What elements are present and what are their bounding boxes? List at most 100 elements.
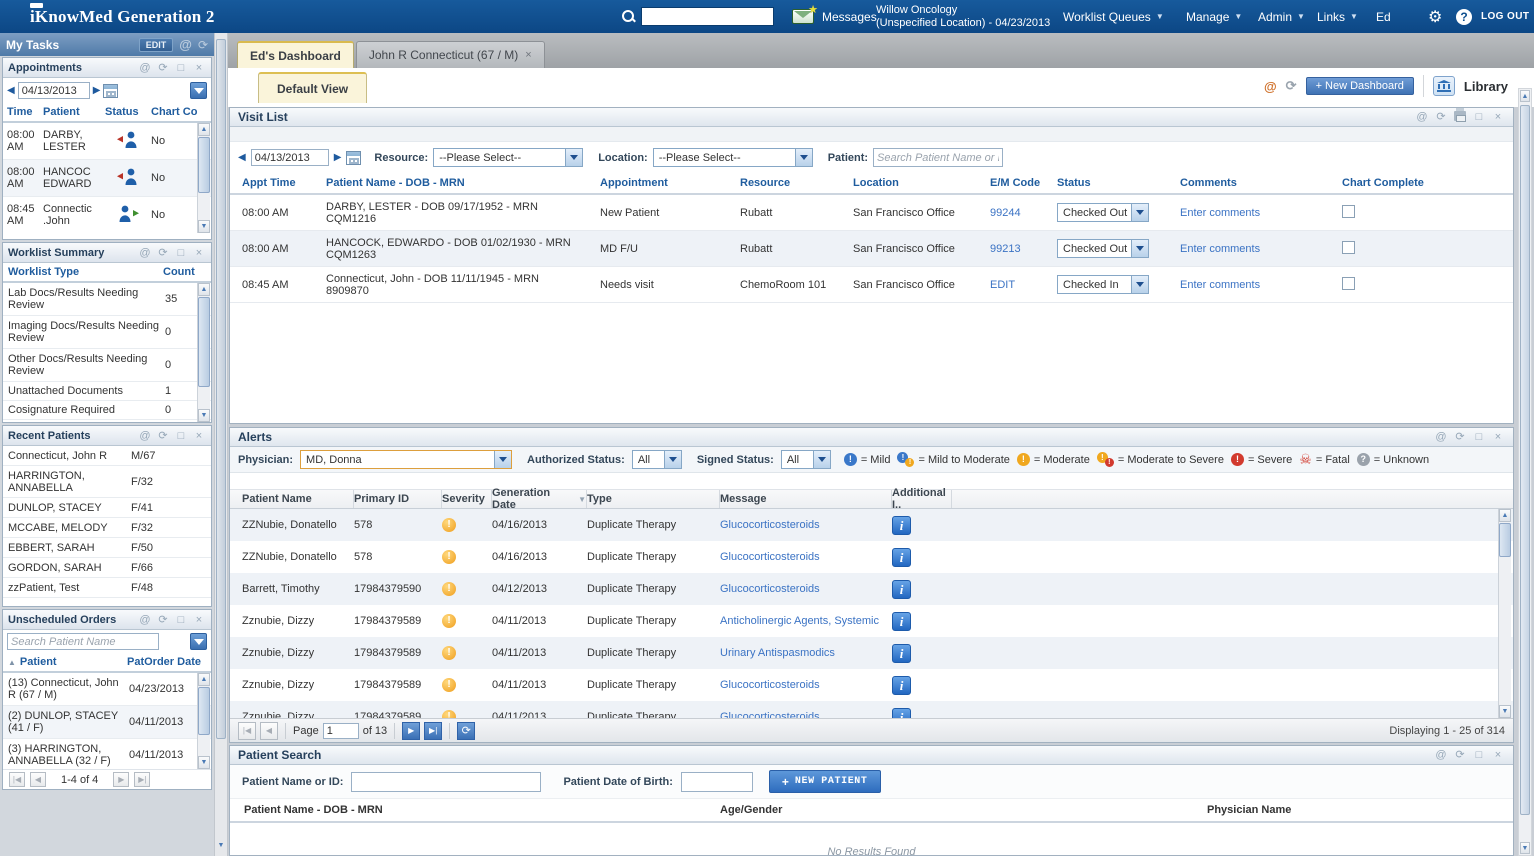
scroll-down-icon[interactable]: ▼ (1520, 842, 1530, 854)
col-location[interactable]: Location (853, 177, 990, 189)
maximize-icon[interactable]: □ (174, 430, 188, 442)
list-item[interactable]: (3) HARRINGTON, ANNABELLA (32 / F) 04/11… (3, 739, 211, 769)
last-page-icon[interactable]: ▶| (134, 772, 150, 787)
em-code-link[interactable]: 99213 (990, 243, 1057, 255)
prev-day-button[interactable]: ◀ (238, 152, 246, 163)
at-icon[interactable]: @ (138, 62, 152, 74)
tab-default-view[interactable]: Default View (258, 72, 367, 103)
col-patient-name[interactable]: Patient Name - DOB - MRN (326, 177, 600, 189)
list-item[interactable]: Lab Docs/Results Needing Review 35 (3, 283, 211, 316)
logout-button[interactable]: LOG OUT (1481, 0, 1529, 33)
patient-filter-input[interactable] (873, 148, 1003, 167)
col-appt-time[interactable]: Appt Time (242, 177, 326, 189)
alerts-scrollbar[interactable]: ▲ ▼ (1498, 509, 1511, 718)
table-row[interactable]: ZZNubie, Donatello 578 ! 04/16/2013 Dupl… (230, 509, 1513, 541)
info-icon[interactable]: i (892, 580, 911, 599)
close-icon[interactable]: × (1491, 431, 1505, 443)
list-item[interactable]: Other Docs/Results Needing Review 0 (3, 349, 211, 382)
list-item[interactable]: GORDON, SARAH F/66 (3, 558, 211, 578)
library-button[interactable]: Library (1464, 79, 1508, 94)
list-item[interactable]: DUNLOP, STACEY F/41 (3, 498, 211, 518)
chart-complete-checkbox[interactable] (1342, 205, 1355, 218)
col-patorder-date[interactable]: PatOrder Date (127, 656, 211, 668)
maximize-icon[interactable]: □ (174, 614, 188, 626)
maximize-icon[interactable]: □ (1472, 749, 1486, 761)
list-item[interactable]: Connecticut, John R M/67 (3, 446, 211, 466)
unscheduled-scrollbar[interactable]: ▲ ▼ (197, 673, 210, 769)
col-resource[interactable]: Resource (740, 177, 853, 189)
col-count[interactable]: Count (163, 266, 211, 278)
info-icon[interactable]: i (892, 548, 911, 567)
patient-search-input[interactable] (7, 633, 159, 650)
authorized-status-select[interactable]: All (632, 450, 682, 469)
help-button[interactable]: ? (1456, 0, 1472, 33)
scroll-down-icon[interactable]: ▼ (198, 756, 210, 769)
col-additional-info[interactable]: Additional I.. (892, 490, 952, 508)
list-item[interactable]: EBBERT, SARAH F/50 (3, 538, 211, 558)
signed-status-select[interactable]: All (781, 450, 831, 469)
col-generation-date[interactable]: Generation Date▼ (492, 490, 587, 508)
chart-complete-checkbox[interactable] (1342, 277, 1355, 290)
next-page-icon[interactable]: ▶ (113, 772, 129, 787)
close-icon[interactable]: × (192, 430, 206, 442)
scroll-down-icon[interactable]: ▼ (198, 409, 210, 422)
col-severity[interactable]: Severity (442, 490, 492, 508)
table-row[interactable]: 08:00 AM HANCOCK, EDWARDO - DOB 01/02/19… (230, 231, 1513, 267)
close-icon[interactable]: × (192, 614, 206, 626)
scroll-up-icon[interactable]: ▲ (198, 123, 210, 136)
col-chart-complete[interactable]: Chart Complete (1342, 177, 1513, 189)
at-icon[interactable]: @ (179, 37, 192, 52)
calendar-icon[interactable] (346, 151, 361, 165)
col-appointment[interactable]: Appointment (600, 177, 740, 189)
col-age-gender[interactable]: Age/Gender (720, 804, 1207, 816)
sidebar-scrollbar[interactable]: ▼ (214, 33, 228, 856)
col-status[interactable]: Status (105, 106, 151, 118)
new-dashboard-button[interactable]: + New Dashboard (1306, 77, 1414, 95)
status-select[interactable]: Checked In (1057, 275, 1149, 294)
scrollbar-thumb[interactable] (198, 687, 210, 735)
refresh-icon[interactable]: ⟳ (1286, 78, 1297, 94)
table-row[interactable]: 08:00 AM DARBY, LESTER - DOB 09/17/1952 … (230, 195, 1513, 231)
table-row[interactable]: 08:45 AM Connecticut, John - DOB 11/11/1… (230, 267, 1513, 303)
at-icon[interactable]: @ (138, 614, 152, 626)
scroll-up-icon[interactable]: ▲ (198, 283, 210, 296)
info-icon[interactable]: i (892, 676, 911, 695)
visit-date-input[interactable] (251, 149, 329, 166)
col-message[interactable]: Message (720, 490, 892, 508)
at-icon[interactable]: @ (1434, 749, 1448, 761)
em-code-link[interactable]: EDIT (990, 279, 1057, 291)
info-icon[interactable]: i (892, 516, 911, 535)
last-page-icon[interactable]: ▶| (424, 722, 442, 740)
filter-icon[interactable] (190, 82, 207, 99)
tab-patient-connecticut[interactable]: John R Connecticut (67 / M) × (356, 41, 545, 68)
col-physician-name[interactable]: Physician Name (1207, 804, 1513, 816)
menu-admin[interactable]: Admin▼ (1258, 0, 1305, 33)
col-patient-name[interactable]: Patient Name (242, 490, 354, 508)
scroll-down-icon[interactable]: ▼ (198, 220, 210, 233)
settings-button[interactable]: ⚙ (1428, 0, 1442, 33)
alert-message-link[interactable]: Glucocorticosteroids (720, 583, 892, 595)
info-icon[interactable]: i (892, 708, 911, 719)
refresh-icon[interactable]: ⟳ (1453, 431, 1467, 443)
prev-day-button[interactable]: ◀ (7, 85, 15, 96)
table-row[interactable]: ZZNubie, Donatello 578 ! 04/16/2013 Dupl… (230, 541, 1513, 573)
first-page-icon[interactable]: |◀ (238, 722, 256, 740)
at-icon[interactable]: @ (1415, 111, 1429, 123)
maximize-icon[interactable]: □ (174, 62, 188, 74)
col-time[interactable]: Time (3, 106, 43, 118)
scrollbar-thumb[interactable] (198, 137, 210, 193)
status-select[interactable]: Checked Out (1057, 239, 1149, 258)
menu-manage[interactable]: Manage▼ (1186, 0, 1242, 33)
alert-message-link[interactable]: Glucocorticosteroids (720, 519, 892, 531)
info-icon[interactable]: i (892, 612, 911, 631)
col-status[interactable]: Status (1057, 177, 1180, 189)
col-em-code[interactable]: E/M Code (990, 177, 1057, 189)
list-item[interactable]: Unattached Documents 1 (3, 382, 211, 401)
col-type[interactable]: Type (587, 490, 720, 508)
page-number-input[interactable] (323, 723, 359, 739)
next-day-button[interactable]: ▶ (334, 152, 342, 163)
refresh-icon[interactable]: ⟳ (156, 62, 170, 74)
prev-page-icon[interactable]: ◀ (260, 722, 278, 740)
enter-comments-link[interactable]: Enter comments (1180, 279, 1342, 291)
refresh-icon[interactable]: ⟳ (156, 614, 170, 626)
